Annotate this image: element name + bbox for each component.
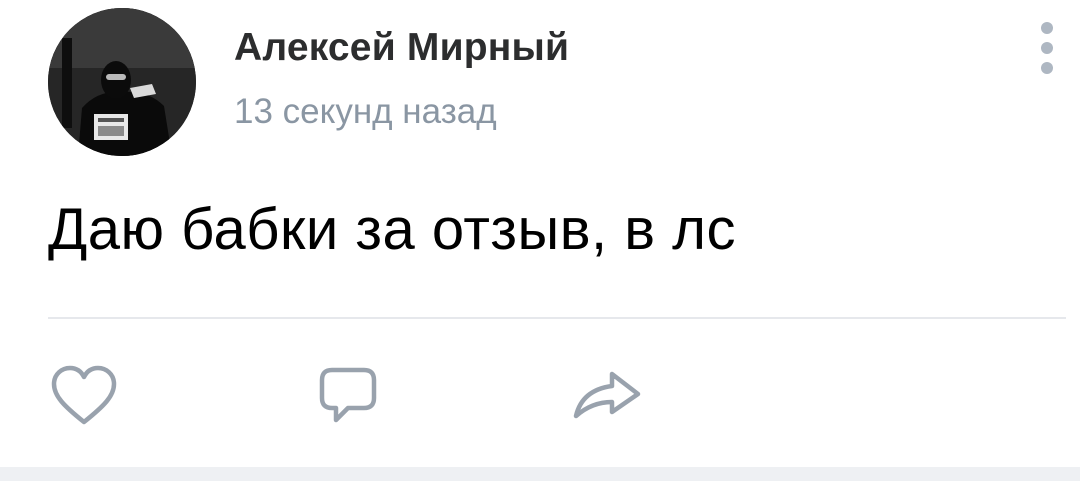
comment-bubble-icon [319, 367, 377, 423]
menu-dot [1041, 42, 1053, 54]
divider [48, 317, 1066, 319]
menu-dot [1041, 22, 1053, 34]
comment-button[interactable] [308, 362, 388, 432]
author-name[interactable]: Алексей Мирный [234, 26, 569, 70]
share-button[interactable] [566, 362, 646, 432]
like-button[interactable] [46, 362, 126, 432]
more-options-button[interactable] [1030, 18, 1064, 78]
avatar[interactable] [48, 8, 196, 156]
heart-icon [51, 365, 117, 425]
post-separator [0, 467, 1080, 481]
avatar-photo [48, 8, 196, 156]
post-text: Даю бабки за отзыв, в лс [48, 197, 737, 262]
post-timestamp: 13 секунд назад [234, 92, 497, 131]
menu-dot [1041, 62, 1053, 74]
wall-post: Алексей Мирный 13 секунд назад Даю бабки… [0, 0, 1080, 481]
share-arrow-icon [573, 371, 641, 419]
